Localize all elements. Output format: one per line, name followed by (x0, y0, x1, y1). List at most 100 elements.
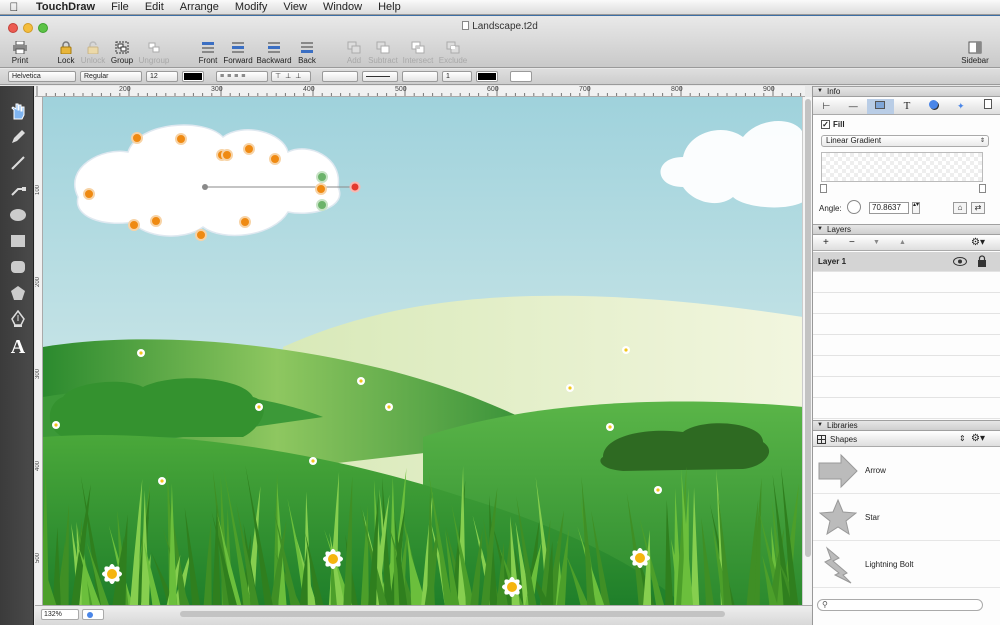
stroke-color-well[interactable] (476, 71, 498, 82)
line-pattern-select[interactable] (362, 71, 398, 82)
exclude-label: Exclude (438, 56, 468, 65)
move-layer-up-button[interactable]: ▲ (899, 239, 906, 246)
text-format-icon: T (903, 100, 911, 112)
small-daisy (52, 421, 60, 429)
angle-label: Angle: (819, 204, 842, 213)
vertical-scroll-thumb[interactable] (805, 99, 811, 557)
send-to-back-button[interactable]: Back (287, 41, 327, 65)
sidebar-toggle-button[interactable]: Sidebar (955, 41, 995, 65)
title-toolbar: Landscape.t2d Print Lock Unlock Group Un… (0, 16, 1000, 68)
angle-dial[interactable] (847, 200, 861, 214)
hand-tool[interactable] (7, 100, 29, 122)
layer-empty-row (813, 273, 1000, 293)
menu-modify[interactable]: Modify (227, 1, 275, 13)
text-align-buttons[interactable]: ≡≡≡≡ (216, 71, 268, 82)
line-width-select[interactable]: 1 (442, 71, 472, 82)
pencil-tool[interactable] (7, 126, 29, 148)
info-section-header[interactable]: Info (813, 86, 1000, 97)
layer-row[interactable]: Layer 1 (813, 252, 1000, 272)
library-item[interactable]: Star (813, 495, 1000, 541)
menu-view[interactable]: View (275, 1, 315, 13)
library-select-arrows-icon[interactable]: ⇕ (959, 434, 966, 443)
small-daisy (137, 349, 145, 357)
control-handle (221, 149, 233, 161)
text-tool[interactable]: A (7, 336, 29, 358)
library-item[interactable]: Arrow (813, 448, 1000, 494)
font-style-select[interactable]: Regular (80, 71, 142, 82)
layer-lock-icon[interactable] (977, 255, 987, 267)
fill-checkbox[interactable]: ✓ Fill (821, 120, 845, 129)
gradient-stop-left[interactable] (820, 184, 827, 193)
exclude-shapes-button[interactable]: Exclude (433, 41, 473, 65)
menu-file[interactable]: File (103, 1, 137, 13)
pen-tool[interactable] (7, 308, 29, 330)
ungroup-button[interactable]: Ungroup (134, 41, 174, 65)
page-indicator-icon (87, 612, 93, 618)
menu-window[interactable]: Window (315, 1, 370, 13)
layers-gear-icon[interactable]: ⚙▾ (971, 237, 985, 248)
layer-name: Layer 1 (818, 257, 847, 266)
library-search-input[interactable]: ⚲ (817, 599, 983, 611)
tab-fill[interactable] (866, 99, 894, 114)
vertical-scrollbar[interactable] (802, 97, 812, 605)
intersect-shapes-button[interactable]: Intersect (398, 41, 438, 65)
zoom-select[interactable]: 132% (41, 609, 79, 620)
gradient-preview[interactable] (821, 152, 983, 182)
vertical-ruler: 100 200 300 400 500 (35, 97, 43, 605)
remove-layer-button[interactable]: − (849, 237, 855, 248)
library-item[interactable]: Lightning Bolt (813, 542, 1000, 588)
menu-app-name[interactable]: TouchDraw (28, 1, 103, 13)
connector-tool[interactable] (7, 178, 29, 200)
swap-gradient-button[interactable]: ⇄ (971, 202, 985, 214)
arrow-start-select[interactable] (322, 71, 358, 82)
layers-section-header[interactable]: Layers (813, 224, 1000, 235)
lock-icon (60, 41, 72, 54)
library-select-value[interactable]: Shapes (830, 435, 857, 444)
menu-help[interactable]: Help (370, 1, 409, 13)
window-title-text: Landscape.t2d (472, 21, 538, 32)
libraries-gear-icon[interactable]: ⚙▾ (971, 433, 985, 444)
horizontal-scroll-thumb[interactable] (180, 611, 725, 617)
gradient-stop-right[interactable] (979, 184, 986, 193)
layer-empty-row (813, 399, 1000, 419)
eye-icon[interactable] (953, 257, 967, 266)
page-select[interactable] (82, 609, 104, 620)
line-tool[interactable] (7, 152, 29, 174)
add-layer-button[interactable]: + (823, 237, 829, 248)
libraries-section-header[interactable]: Libraries (813, 420, 1000, 431)
tab-stroke[interactable]: — (840, 99, 867, 114)
layer-empty-row (813, 294, 1000, 314)
move-layer-down-button[interactable]: ▼ (873, 239, 880, 246)
font-size-select[interactable]: 12 (146, 71, 178, 82)
control-handle (83, 188, 95, 200)
bring-forward-button[interactable]: Forward (218, 41, 258, 65)
menu-arrange[interactable]: Arrange (172, 1, 227, 13)
ellipse-tool[interactable] (7, 204, 29, 226)
shadow-button[interactable] (510, 71, 532, 82)
rounded-rectangle-tool[interactable] (7, 256, 29, 278)
tab-metadata[interactable] (974, 99, 1000, 114)
text-color-well[interactable] (182, 71, 204, 82)
subtract-shapes-button[interactable]: Subtract (363, 41, 403, 65)
print-label: Print (11, 56, 29, 65)
apple-menu-icon[interactable]:  (0, 0, 28, 14)
horizontal-ruler: 200 300 400 500 600 700 800 900 (35, 86, 805, 97)
fill-type-select[interactable]: Linear Gradient ⇕ (821, 135, 989, 147)
tab-effects[interactable]: ✦ (947, 99, 974, 114)
back-label: Back (298, 56, 316, 65)
angle-stepper[interactable]: ▴▾ (912, 202, 920, 214)
font-family-select[interactable]: Helvetica (8, 71, 76, 82)
gradient-center-button[interactable]: ⌂ (953, 202, 967, 214)
arrow-end-select[interactable] (402, 71, 438, 82)
print-button[interactable]: Print (0, 41, 40, 65)
vertical-align-buttons[interactable]: ⊤⊥⊥ (271, 71, 311, 82)
polygon-tool[interactable] (7, 282, 29, 304)
tab-geometry[interactable]: ⊢ (813, 99, 840, 114)
control-handle (316, 199, 328, 211)
drawing-canvas[interactable] (43, 97, 802, 605)
tab-shadow[interactable] (920, 99, 947, 114)
tab-text[interactable]: T (894, 99, 921, 114)
angle-input[interactable]: 70.8637 (869, 202, 909, 214)
rectangle-tool[interactable] (7, 230, 29, 252)
menu-edit[interactable]: Edit (137, 1, 172, 13)
